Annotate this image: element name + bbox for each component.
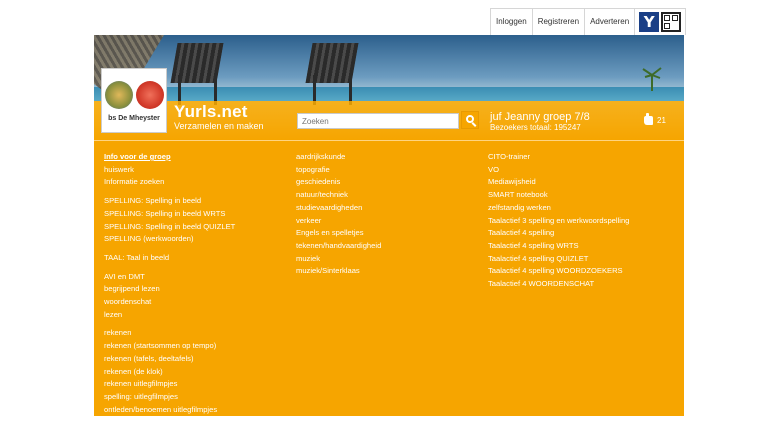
category-link[interactable]: geschiedenis bbox=[296, 176, 381, 189]
likes[interactable]: 21 bbox=[644, 113, 666, 125]
brand-tagline: Verzamelen en maken bbox=[174, 121, 264, 131]
category-link[interactable]: woordenschat bbox=[104, 296, 235, 309]
link-column-3: CITO-trainer VO Mediawijsheid SMART noteboo… bbox=[488, 151, 629, 291]
logo-caption: bs De Mheyster bbox=[108, 115, 160, 122]
category-link[interactable]: zelfstandig werken bbox=[488, 202, 629, 215]
category-link[interactable]: Taalactief 4 spelling WRTS bbox=[488, 240, 629, 253]
search-input[interactable] bbox=[297, 113, 459, 129]
group-info: juf Jeanny groep 7/8 Bezoekers totaal: 1… bbox=[490, 111, 590, 133]
category-link[interactable]: studievaardigheden bbox=[296, 202, 381, 215]
category-link[interactable]: SMART notebook bbox=[488, 189, 629, 202]
category-link[interactable]: SPELLING: Spelling in beeld WRTS bbox=[104, 208, 235, 221]
category-link[interactable]: CITO-trainer bbox=[488, 151, 629, 164]
advertise-link[interactable]: Adverteren bbox=[585, 9, 636, 35]
qr-code-icon[interactable] bbox=[661, 12, 682, 32]
category-link[interactable]: AVI en DMT bbox=[104, 271, 235, 284]
category-link[interactable]: begrijpend lezen bbox=[104, 283, 235, 296]
category-link[interactable]: topografie bbox=[296, 164, 381, 177]
category-link[interactable]: SPELLING: Spelling in beeld bbox=[104, 195, 235, 208]
category-link[interactable]: Taalactief 4 spelling bbox=[488, 227, 629, 240]
category-link[interactable]: Taalactief 4 WOORDENSCHAT bbox=[488, 278, 629, 291]
register-link[interactable]: Registreren bbox=[533, 9, 586, 35]
top-nav: Inloggen Registreren Adverteren Y bbox=[490, 8, 687, 35]
category-link[interactable]: rekenen uitlegfilmpjes bbox=[104, 378, 235, 391]
visitor-count: Bezoekers totaal: 195247 bbox=[490, 123, 581, 132]
category-link[interactable]: Engels en spelletjes bbox=[296, 227, 381, 240]
category-link[interactable]: TAAL: Taal in beeld bbox=[104, 252, 235, 265]
school-logo[interactable]: bs De Mheyster bbox=[101, 68, 167, 133]
link-panel: Info voor de groep huiswerk Informatie zoe… bbox=[94, 140, 684, 416]
brand[interactable]: Yurls.net Verzamelen en maken bbox=[174, 103, 264, 132]
category-link[interactable]: spelling: uitlegfilmpjes bbox=[104, 391, 235, 404]
beach-chair-image bbox=[164, 35, 234, 105]
category-link[interactable]: natuur/techniek bbox=[296, 189, 381, 202]
page: Inloggen Registreren Adverteren Y bs De bbox=[0, 0, 777, 423]
category-link[interactable]: Mediawijsheid bbox=[488, 176, 629, 189]
category-link[interactable]: VO bbox=[488, 164, 629, 177]
category-link[interactable]: huiswerk bbox=[104, 164, 235, 177]
beach-chair-image bbox=[299, 35, 369, 105]
logo-sun-icon bbox=[136, 81, 164, 109]
group-name: juf Jeanny groep 7/8 bbox=[490, 111, 590, 123]
category-link[interactable]: Taalactief 4 spelling WOORDZOEKERS bbox=[488, 265, 629, 278]
category-link[interactable]: ontleden/benoemen uitlegfilmpjes bbox=[104, 404, 235, 417]
category-link[interactable]: Informatie zoeken bbox=[104, 176, 235, 189]
thumbs-up-icon bbox=[644, 113, 653, 125]
likes-count: 21 bbox=[657, 116, 666, 125]
category-link[interactable]: verkeer bbox=[296, 215, 381, 228]
yurls-y-button[interactable]: Y bbox=[639, 12, 660, 32]
category-link[interactable]: SPELLING (werkwoorden) bbox=[104, 233, 235, 246]
search-icon-handle bbox=[471, 122, 477, 127]
category-link[interactable]: muziek/Sinterklaas bbox=[296, 265, 381, 278]
category-link[interactable]: rekenen (de klok) bbox=[104, 366, 235, 379]
category-link[interactable]: muziek bbox=[296, 253, 381, 266]
category-link[interactable]: rekenen bbox=[104, 327, 235, 340]
category-link[interactable]: tekenen/handvaardigheid bbox=[296, 240, 381, 253]
search-button[interactable] bbox=[461, 111, 479, 129]
plant-image bbox=[642, 67, 662, 91]
category-link[interactable]: aardrijkskunde bbox=[296, 151, 381, 164]
logo-globe-icon bbox=[105, 81, 133, 109]
category-link[interactable]: rekenen (tafels, deeltafels) bbox=[104, 353, 235, 366]
category-link[interactable]: SPELLING: Spelling in beeld QUIZLET bbox=[104, 221, 235, 234]
category-link[interactable]: Info voor de groep bbox=[104, 151, 235, 164]
login-link[interactable]: Inloggen bbox=[491, 9, 533, 35]
link-column-1: Info voor de groep huiswerk Informatie zoe… bbox=[104, 151, 235, 416]
link-column-2: aardrijkskunde topografie geschiedenis natu… bbox=[296, 151, 381, 278]
category-link[interactable]: Taalactief 4 spelling QUIZLET bbox=[488, 253, 629, 266]
category-link[interactable]: lezen bbox=[104, 309, 235, 322]
brand-name: Yurls.net bbox=[174, 102, 248, 121]
category-link[interactable]: rekenen (startsommen op tempo) bbox=[104, 340, 235, 353]
category-link[interactable]: Taalactief 3 spelling en werkwoordspelli… bbox=[488, 215, 629, 228]
